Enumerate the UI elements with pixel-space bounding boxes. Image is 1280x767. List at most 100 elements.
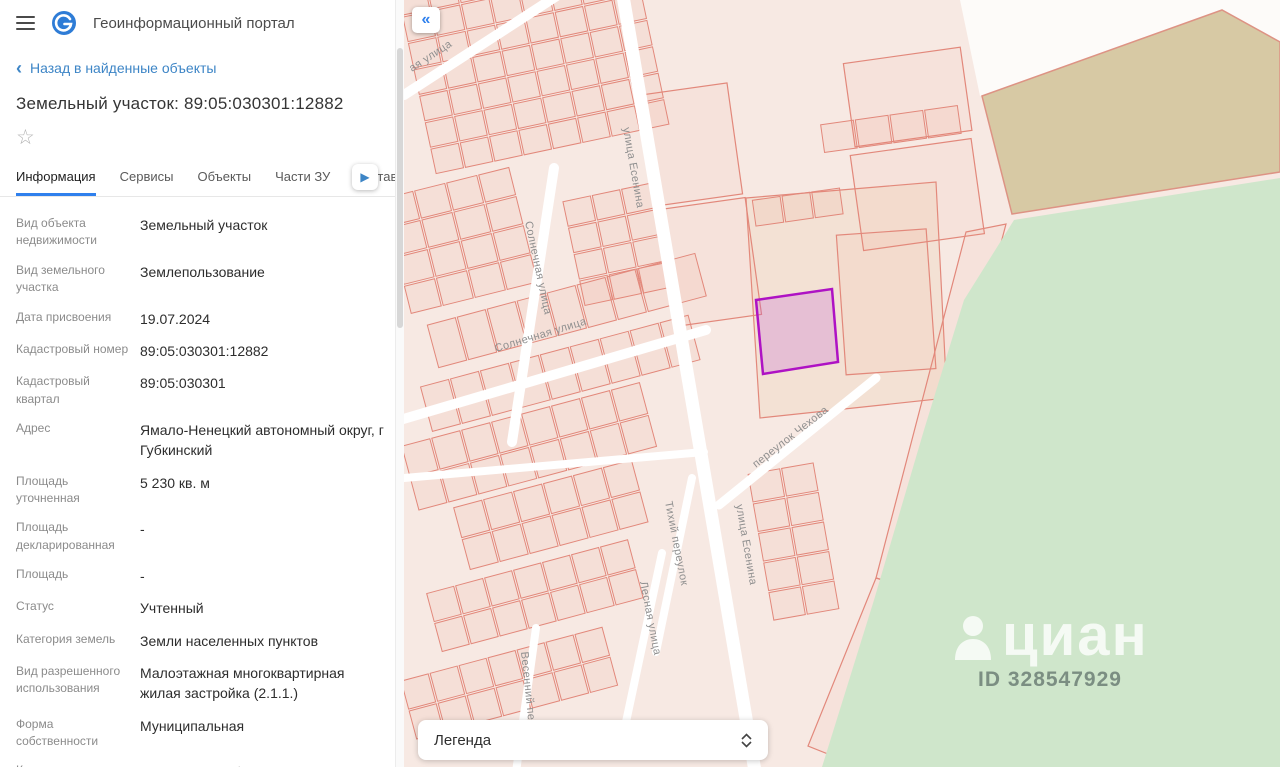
panel-scrollbar[interactable] [395, 0, 404, 767]
attributes-list: Вид объекта недвижимости Земельный участо… [0, 197, 404, 767]
parcel [801, 580, 840, 615]
parcel [591, 189, 626, 221]
parcel [554, 5, 589, 38]
field-row: Площадь уточненная 5 230 кв. м [16, 473, 388, 508]
parcel [811, 187, 844, 219]
parcel [763, 556, 801, 592]
parcel [786, 491, 824, 527]
back-link[interactable]: ‹ Назад в найденные объекты [0, 40, 404, 78]
parcel [595, 52, 629, 84]
legend-toggle-icon[interactable] [741, 732, 752, 748]
field-value: Малоэтажная многоквартирная жилая застро… [140, 664, 345, 702]
parcel [536, 64, 571, 97]
parcel [597, 215, 632, 248]
field-label: Площадь декларированная [16, 520, 115, 552]
parcel [781, 462, 819, 497]
legend-panel[interactable]: Легенда [418, 720, 768, 760]
parcel [460, 0, 495, 30]
field-value: 89:05:030301:12882 [140, 342, 269, 359]
portal-logo-icon [52, 11, 76, 35]
panel-scrollbar-thumb[interactable] [397, 48, 403, 328]
field-value: Земельный участок [140, 217, 268, 233]
parcel [530, 38, 565, 71]
parcel [924, 104, 962, 139]
top-bar: Геоинформационный портал [0, 0, 404, 40]
parcel [577, 111, 611, 143]
parcel [448, 83, 483, 116]
field-row: Площадь - [16, 566, 388, 586]
field-label: Адрес [16, 420, 51, 435]
field-value: - [140, 521, 145, 538]
parcel [518, 124, 553, 156]
field-label: Площадь уточненная [16, 473, 80, 505]
field-value: 19.07.2024 [140, 310, 211, 327]
field-row: Статус Учтенный [16, 598, 388, 618]
page-title: Земельный участок: 89:05:030301:12882 [16, 94, 344, 113]
parcel-block [835, 228, 937, 376]
field-label: Дата присвоения [16, 309, 112, 324]
field-value: - [140, 568, 145, 585]
parcel [751, 195, 785, 227]
parcel [796, 550, 835, 586]
selected-parcel[interactable] [754, 287, 840, 376]
collapse-panel-button[interactable]: « [412, 7, 440, 33]
field-value: 8 951 249,6 руб. [140, 762, 245, 767]
field-row: Вид разрешенного использования Малоэтажна… [16, 663, 388, 704]
field-value: 5 230 кв. м [140, 474, 210, 491]
cadastral-map[interactable]: улица Есенина улица Есенина Солнечная ул… [404, 0, 1280, 767]
back-link-label: Назад в найденные объекты [30, 60, 217, 76]
parcel [542, 91, 576, 123]
tab-objects[interactable]: Объекты [197, 158, 251, 196]
field-label: Вид разрешенного использования [16, 663, 121, 696]
tab-parts[interactable]: Части ЗУ [275, 158, 330, 196]
parcel [472, 51, 506, 83]
parcel [560, 32, 594, 64]
parcel [547, 117, 582, 150]
field-label: Кадастровая [16, 762, 140, 767]
tab-information[interactable]: Информация [16, 158, 96, 196]
field-label: Вид земельного участка [16, 262, 105, 295]
parcel [589, 26, 624, 58]
parcel [477, 77, 512, 109]
chevron-left-icon: ‹ [16, 58, 22, 78]
parcel [820, 119, 858, 154]
parcel [602, 241, 637, 274]
tab-services[interactable]: Сервисы [120, 158, 174, 196]
parcel [430, 142, 465, 175]
favorite-star-icon[interactable]: ☆ [16, 126, 40, 150]
parcel [419, 89, 453, 122]
parcel [600, 78, 635, 111]
field-value: Ямало-Ненецкий автономный округ, г Губки… [140, 421, 384, 459]
field-label: Статус [16, 599, 54, 614]
field-value: Муниципальная [140, 717, 245, 734]
menu-icon[interactable] [16, 12, 35, 34]
field-row: Категория земель Земли населенных пунктов [16, 631, 388, 651]
parcel [752, 497, 791, 533]
field-label: Кадастровый номер [16, 341, 129, 356]
map-canvas: улица Есенина улица Есенина Солнечная ул… [404, 0, 1280, 767]
field-label: Категория земель [16, 631, 116, 646]
field-label: Площадь [16, 567, 69, 582]
field-label: Форма собственности [16, 716, 99, 748]
field-row: Кадастровый номер 89:05:030301:12882 [16, 341, 388, 361]
field-label: Вид объекта недвижимости [16, 216, 97, 248]
tab-bar: Информация Сервисы Объекты Части ЗУ Сост… [0, 158, 404, 197]
parcel [459, 136, 494, 168]
parcel [489, 130, 523, 162]
parcel [573, 248, 608, 280]
geo-portal-app: Геоинформационный портал ‹ Назад в найде… [0, 0, 1280, 767]
field-row: Форма собственности Муниципальная [16, 716, 388, 751]
field-row: Дата присвоения 19.07.2024 [16, 309, 388, 329]
field-label: Кадастровый квартал [16, 374, 90, 406]
parcel [571, 85, 606, 117]
field-row: Вид объекта недвижимости Земельный участо… [16, 215, 388, 250]
parcel [507, 71, 541, 103]
parcel [583, 0, 618, 32]
field-value: Земли населенных пунктов [140, 632, 319, 649]
tabs-scroll-right-button[interactable]: ▶ [352, 164, 378, 190]
field-value: 89:05:030301 [140, 375, 226, 392]
field-value: Землепользование [140, 263, 265, 280]
parcel [454, 110, 488, 142]
object-info-panel: Геоинформационный портал ‹ Назад в найде… [0, 0, 404, 767]
field-row: Площадь декларированная - [16, 519, 388, 554]
